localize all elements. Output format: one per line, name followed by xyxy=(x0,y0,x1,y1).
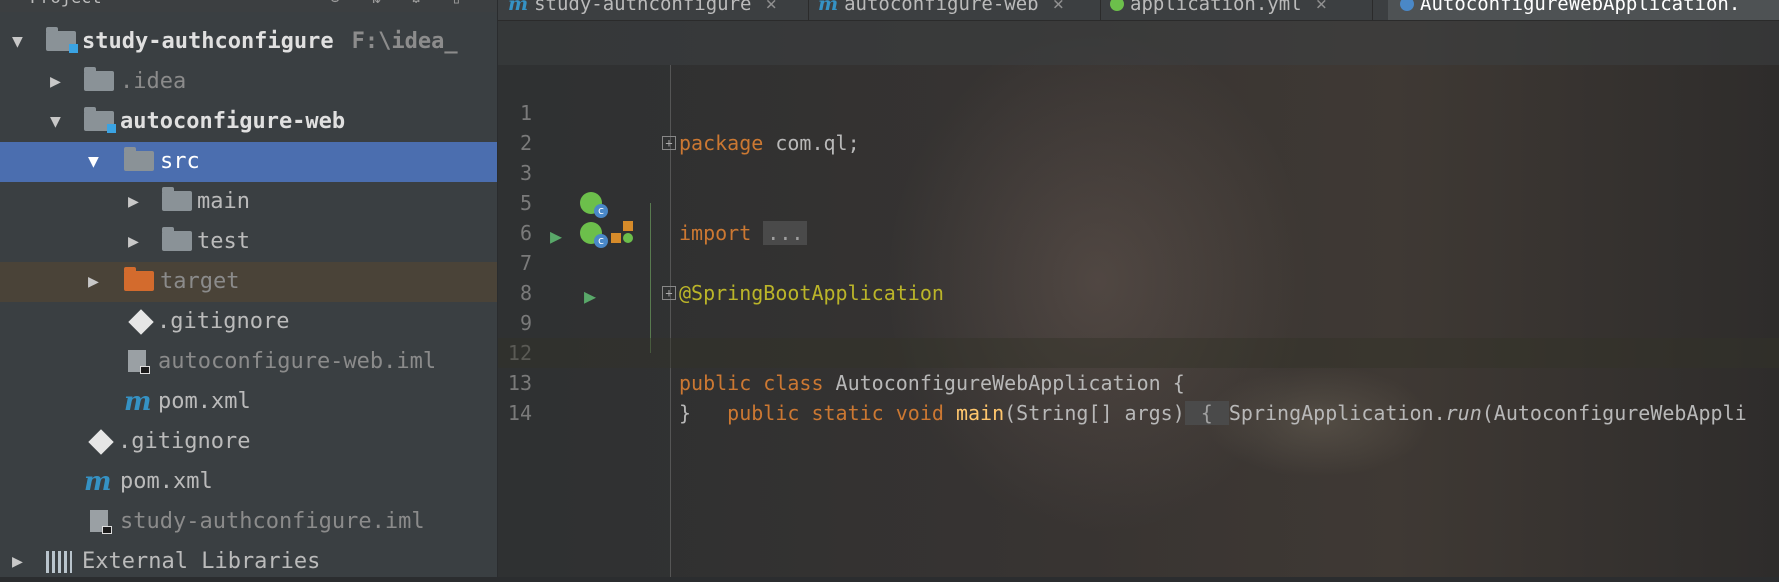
git-icon xyxy=(88,429,114,455)
tree-item-label: pom.xml xyxy=(120,469,213,494)
spring-bean-icon[interactable] xyxy=(580,222,608,248)
project-panel-header: Project ⊕ ⇅ ⚙ ▯ xyxy=(0,0,497,12)
tree-item-label: .gitignore xyxy=(118,429,251,454)
tree-item-external-libraries[interactable]: ▶ External Libraries xyxy=(0,542,497,582)
tree-item-label: src xyxy=(160,149,200,174)
run-icon[interactable]: ▶ xyxy=(550,221,562,251)
tree-item-gitignore-root[interactable]: .gitignore xyxy=(0,422,497,462)
code-line[interactable]: 6 @SpringBootApplication xyxy=(498,188,1779,305)
code-editor[interactable]: 1 package com.ql; 2 3 + import ... 5 6 @… xyxy=(498,21,1779,577)
code-text[interactable]: } xyxy=(679,398,691,428)
tree-item-label: main xyxy=(197,189,250,214)
chevron-down-icon[interactable]: ▼ xyxy=(88,142,108,182)
tree-item-pom-xml[interactable]: m pom.xml xyxy=(0,382,497,422)
code-line[interactable]: 2 xyxy=(498,98,1779,155)
editor-top-strip xyxy=(498,21,1779,65)
editor-tab-bar: m study-authconfigure × m autoconfigure-web… xyxy=(498,0,1779,21)
iml-file-icon xyxy=(128,350,150,374)
code-line[interactable]: 1 package com.ql; xyxy=(498,68,1779,155)
tab-autoconfigure-web-application[interactable]: AutoconfigureWebApplication. xyxy=(1388,0,1779,20)
library-icon xyxy=(46,551,72,573)
tree-item-path: F:\idea_ xyxy=(351,29,458,54)
tree-item-pom-xml-root[interactable]: m pom.xml xyxy=(0,462,497,502)
iml-file-icon xyxy=(90,510,112,534)
run-icon[interactable]: ▶ xyxy=(584,281,596,311)
spring-bean-navigation-icon[interactable] xyxy=(611,221,637,245)
close-icon[interactable]: × xyxy=(1316,0,1327,15)
chevron-right-icon[interactable]: ▶ xyxy=(88,262,108,302)
code-line-current[interactable]: 13 } xyxy=(498,338,1779,425)
tree-item-target[interactable]: ▶ target xyxy=(0,262,497,302)
code-line[interactable]: 3 + import ... xyxy=(498,128,1779,245)
excluded-folder-icon xyxy=(124,267,154,291)
close-icon[interactable]: × xyxy=(765,0,776,15)
maven-icon: m xyxy=(124,387,152,417)
tree-item-label: target xyxy=(160,269,240,294)
chevron-down-icon[interactable]: ▼ xyxy=(12,22,32,62)
maven-icon: m xyxy=(508,0,529,15)
folder-icon xyxy=(124,147,154,171)
tab-label: study-authconfigure xyxy=(534,0,752,15)
tree-item-label: autoconfigure-web xyxy=(120,109,346,134)
tab-study-authconfigure[interactable]: m study-authconfigure × xyxy=(508,0,809,20)
code-line[interactable]: 14 xyxy=(498,368,1779,425)
tab-application-yml[interactable]: application.yml × xyxy=(1110,0,1373,20)
code-line[interactable]: 8 xyxy=(498,248,1779,305)
spring-class-icon xyxy=(1400,0,1414,11)
tree-item-label: study-authconfigure.iml xyxy=(120,509,425,534)
close-icon[interactable]: × xyxy=(1053,0,1064,15)
tree-item-label: .idea xyxy=(120,69,187,94)
tree-item-autoconfigure-web-iml[interactable]: autoconfigure-web.iml xyxy=(0,342,497,382)
tab-label: AutoconfigureWebApplication. xyxy=(1420,0,1741,15)
tree-item-label: .gitignore xyxy=(157,309,290,334)
tree-item-gitignore[interactable]: .gitignore xyxy=(0,302,497,342)
tree-item-src[interactable]: ▼ src xyxy=(0,142,497,182)
chevron-right-icon[interactable]: ▶ xyxy=(12,542,32,582)
tree-item-study-authconfigure[interactable]: ▼ study-authconfigure F:\idea_ xyxy=(0,22,497,62)
tree-item-autoconfigure-web[interactable]: ▼ autoconfigure-web xyxy=(0,102,497,142)
tree-item-label: study-authconfigure xyxy=(82,29,334,54)
tree-item-study-authconfigure-iml[interactable]: study-authconfigure.iml xyxy=(0,502,497,542)
line-number: 14 xyxy=(507,401,532,425)
code-line[interactable]: 12 xyxy=(498,308,1779,365)
maven-icon: m xyxy=(84,467,112,497)
fold-expand-icon[interactable]: + xyxy=(662,136,676,150)
spring-bean-icon[interactable] xyxy=(580,192,608,218)
code-line[interactable]: 7 ▶ public class AutoconfigureWebApplica… xyxy=(498,218,1779,395)
tree-item-main[interactable]: ▶ main xyxy=(0,182,497,222)
tree-item-label: autoconfigure-web.iml xyxy=(158,349,437,374)
chevron-right-icon[interactable]: ▶ xyxy=(128,222,148,262)
maven-icon: m xyxy=(818,0,839,15)
project-panel-title[interactable]: Project xyxy=(30,0,102,8)
code-line[interactable]: 9 ▶ + public static void main(String[] a… xyxy=(498,278,1779,425)
tree-item-idea[interactable]: ▶ .idea xyxy=(0,62,497,102)
tree-item-label: External Libraries xyxy=(82,549,321,574)
tree-item-label: pom.xml xyxy=(158,389,251,414)
module-folder-icon xyxy=(46,27,78,53)
folder-icon xyxy=(162,227,192,251)
spring-config-icon xyxy=(1110,0,1124,11)
chevron-down-icon[interactable]: ▼ xyxy=(50,102,70,142)
tab-autoconfigure-web[interactable]: m autoconfigure-web × xyxy=(818,0,1101,20)
module-folder-icon xyxy=(84,107,116,133)
folder-icon xyxy=(84,67,114,91)
panel-toolbar-icons[interactable]: ⊕ ⇅ ⚙ ▯ xyxy=(330,0,472,8)
fold-expand-icon[interactable]: + xyxy=(662,286,676,300)
chevron-right-icon[interactable]: ▶ xyxy=(50,62,70,102)
tab-label: application.yml xyxy=(1130,0,1302,15)
git-icon xyxy=(128,309,154,335)
project-tool-window: Project ⊕ ⇅ ⚙ ▯ ▼ study-authconfigure F:\… xyxy=(0,0,498,577)
tree-item-test[interactable]: ▶ test xyxy=(0,222,497,262)
code-text[interactable]: public static void main(String[] args) {… xyxy=(679,398,1747,428)
code-line[interactable]: 5 xyxy=(498,158,1779,215)
chevron-right-icon[interactable]: ▶ xyxy=(128,182,148,222)
folder-icon xyxy=(162,187,192,211)
tree-item-label: test xyxy=(197,229,250,254)
tab-label: autoconfigure-web xyxy=(844,0,1039,15)
